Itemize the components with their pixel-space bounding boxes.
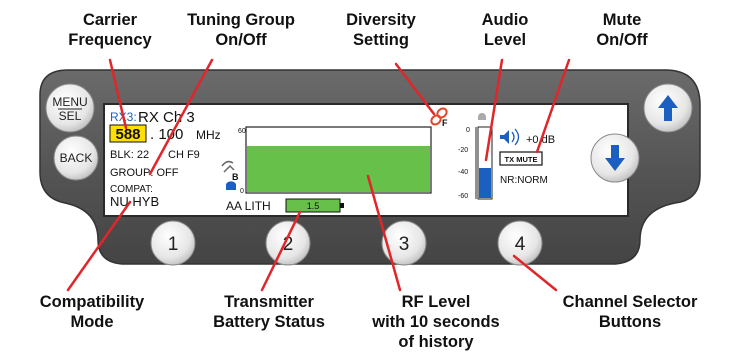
blk-value: BLK: 22: [110, 149, 149, 161]
rf-axis-bottom: 0: [240, 188, 244, 195]
rx-name: RX Ch 3: [138, 109, 195, 126]
group-value: GROUP: OFF: [110, 167, 179, 179]
svg-text:B: B: [232, 172, 239, 182]
audio-tick-40: -40: [458, 169, 468, 176]
channel-button-3[interactable]: 3: [381, 220, 427, 266]
audio-level-bar: [479, 168, 491, 198]
channel-button-1[interactable]: 1: [150, 220, 196, 266]
compat-value: NU HYB: [110, 194, 159, 209]
ch-value: CH F9: [168, 149, 200, 161]
back-label: BACK: [60, 151, 93, 165]
rf-axis-top: 60: [238, 128, 246, 135]
svg-text:4: 4: [515, 234, 526, 255]
freq-rest: . 100: [150, 126, 183, 143]
battery-type: AA LITH: [226, 199, 271, 213]
menu-sel-button[interactable]: MENU SEL: [45, 83, 95, 133]
svg-text:3: 3: [399, 234, 410, 255]
audio-tick-60: -60: [458, 193, 468, 200]
diagram-stage: Carrier Frequency Tuning Group On/Off Di…: [0, 0, 737, 358]
freq-highlight: 588: [115, 126, 140, 143]
audio-tick-20: -20: [458, 147, 468, 154]
receiver-device: MENU SEL BACK 1 2 3 4 RX3: RX Ch 3 588 .…: [39, 58, 701, 292]
battery-value: 1.5: [307, 201, 320, 211]
menu-label: MENU: [52, 95, 87, 109]
tx-mute-label: TX MUTE: [505, 155, 538, 164]
channel-button-2[interactable]: 2: [265, 220, 311, 266]
shield-icon: [226, 181, 236, 190]
down-button[interactable]: [590, 133, 640, 183]
freq-unit: MHz: [196, 128, 221, 142]
up-button[interactable]: [643, 83, 693, 133]
back-button[interactable]: BACK: [53, 135, 99, 181]
sel-label: SEL: [59, 109, 82, 123]
channel-button-4[interactable]: 4: [497, 220, 543, 266]
svg-text:F: F: [442, 118, 448, 128]
svg-text:1: 1: [168, 234, 179, 255]
rf-level-bar: [247, 146, 430, 192]
audio-tick-0: 0: [466, 127, 470, 134]
nr-value: NR:NORM: [500, 175, 548, 186]
